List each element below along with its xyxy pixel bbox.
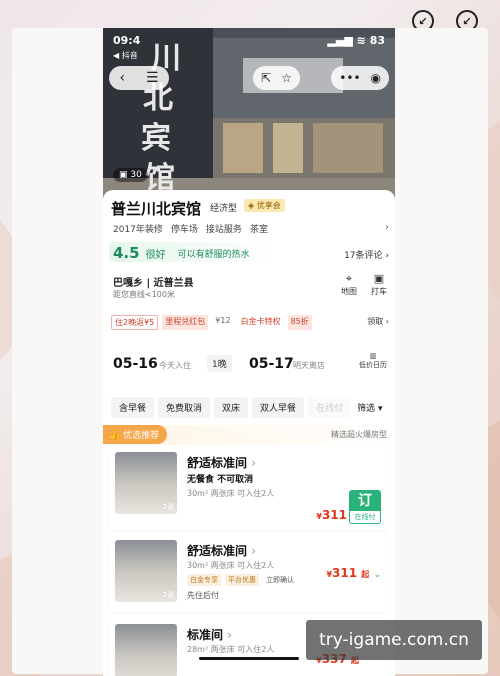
recommend-header: 👍 优选推荐 精选超火爆房型 [103,425,395,445]
room-tag: 白金专享 [187,574,221,586]
checkin-sub: 今天入住 [159,361,191,370]
claim-link[interactable]: 领取 › [367,316,389,327]
promo-tag: 白金卡特权 [240,317,281,326]
facility-item: 茶室 [249,225,268,235]
facilities[interactable]: 2017年装修 停车场 接站服务 茶室 [113,222,268,235]
filter-chip[interactable]: 双床 [214,396,249,418]
favorite-icon[interactable]: ☆ [281,71,292,85]
room-meta: 30m² 两张床 可入住2人 [187,561,275,570]
book-label: 订 [350,491,380,511]
room-image[interactable] [115,624,177,676]
vip-badge[interactable]: ◈ 优享会 [244,199,285,212]
battery-level: 83 [369,34,385,47]
watermark: try-igame.com.cn [306,620,482,660]
room-meta: 30m² 两张床 可入住2人 [187,489,275,498]
promo-tag: 85折 [287,315,312,330]
checkin-date: 05-16 [113,356,158,372]
hotel-name: 普兰川北宾馆 [111,200,202,218]
capsule-pill: ••• ◉ [331,66,389,90]
promo-tag: 住2晚返¥5 [111,315,159,330]
rating-score: 4.5 [113,244,140,262]
taxi-button[interactable]: ▣ 打车 [371,272,387,297]
book-sub: 在线付 [354,513,376,521]
rating[interactable]: 4.5 很好 可以有舒服的热水 [113,244,250,262]
date-selector[interactable]: 05-16 今天入住 1晚 05-17 明天离店 ▥ 低价日历 [103,344,395,388]
checkout-sub: 明天离店 [293,361,325,370]
rating-comment: 可以有舒服的热水 [177,249,250,260]
map-button[interactable]: ⌖ 地图 [341,272,357,297]
navbar-right: ⇱ ☆ ••• ◉ [253,66,389,90]
hotel-photo[interactable]: 川 北 宾 馆 09:4 ▂▄▆ ≋ 83 ◀ 抖音 ‹ ☰ ⇱ ☆ ••• ◉… [103,28,395,198]
navbar-left: ‹ ☰ [109,66,169,90]
chevron-right-icon[interactable]: › [385,222,389,233]
map-pin-icon: ⌖ [345,272,353,285]
nights-count: 1晚 [207,355,232,372]
room-extra: 先住后付 [187,591,219,600]
phone-screen: 川 北 宾 馆 09:4 ▂▄▆ ≋ 83 ◀ 抖音 ‹ ☰ ⇱ ☆ ••• ◉… [103,28,395,676]
room-title: 标准间 › [187,628,233,642]
book-button[interactable]: 订 在线付 [349,490,381,524]
room-price: ¥311 起 ⌄ [326,566,381,580]
back-icon[interactable]: ‹ [119,70,125,86]
promo-tag: ¥12 [215,316,231,325]
promo-row[interactable]: 住2晚返¥5 里程兑红包 ¥12 白金卡特权 85折 [111,315,312,330]
room-title: 舒适标准间 › [187,544,257,558]
room-card[interactable]: 2张 舒适标准间 › 无餐食 不可取消 30m² 两张床 可入住2人 ¥311 … [109,446,389,530]
status-time: 09:4 [113,34,141,47]
filter-bar: 含早餐 免费取消 双床 双人早餐 在线付 筛选 ▾ [103,390,395,424]
room-tag: 立即确认 [266,576,294,584]
room-image[interactable]: 2张 [115,540,177,602]
bar-chart-icon: ▥ [369,352,377,360]
map-taxi: ⌖ 地图 ▣ 打车 [341,272,387,297]
room-tag: 平台优惠 [225,574,259,586]
room-price: ¥311 [316,508,347,522]
close-mini-icon[interactable]: ◉ [371,71,381,85]
room-title: 舒适标准间 › [187,456,257,470]
room-image[interactable]: 2张 [115,452,177,514]
recommend-right: 精选超火爆房型 [331,430,387,439]
taxi-label: 打车 [371,287,387,296]
car-icon: ▣ [373,272,385,285]
share-icon[interactable]: ⇱ [261,71,271,85]
status-right: ▂▄▆ ≋ 83 [327,34,385,47]
filter-chip[interactable]: 含早餐 [111,396,155,418]
facility-item: 2017年装修 [113,225,163,235]
more-icon[interactable]: ••• [339,71,360,85]
photo-count[interactable]: ▣ 30 [113,168,148,182]
low-price-calendar[interactable]: ▥ 低价日历 [359,352,387,370]
room-policy: 无餐食 不可取消 [187,475,254,485]
facility-item: 停车场 [170,225,198,235]
status-bar: 09:4 ▂▄▆ ≋ 83 [113,34,385,47]
sort-button[interactable]: 筛选 ▾ [355,397,384,418]
promo-tag: 里程兑红包 [162,315,209,330]
room-meta: 28m² 两张床 可入住2人 [187,645,275,654]
room-tags: 白金专享 平台优惠 立即确认 [187,574,297,586]
checkout-date: 05-17 [249,356,294,372]
location: 巴嘎乡 | 近普兰县 [113,278,194,289]
sign-char-3: 宾 [141,121,171,156]
low-price-label: 低价日历 [359,361,387,369]
facility-item: 接站服务 [205,225,242,235]
menu-icon[interactable]: ☰ [146,70,159,86]
filter-chip[interactable]: 免费取消 [158,396,211,418]
hotel-type: 经济型 [210,204,238,214]
recommend-badge: 👍 优选推荐 [103,425,168,444]
home-indicator[interactable] [199,657,299,660]
action-pill: ⇱ ☆ [253,66,300,90]
filter-chip[interactable]: 在线付 [308,396,352,418]
filter-chip[interactable]: 双人早餐 [252,396,305,418]
room-card[interactable]: 2张 舒适标准间 › 30m² 两张床 可入住2人 白金专享 平台优惠 立即确认… [109,534,389,612]
reviews-link[interactable]: 17条评论 › [344,248,389,261]
map-label: 地图 [341,287,357,296]
back-to-app[interactable]: ◀ 抖音 [113,50,138,61]
rating-label: 很好 [145,249,166,261]
distance: 距您直线<100米 [113,290,175,299]
